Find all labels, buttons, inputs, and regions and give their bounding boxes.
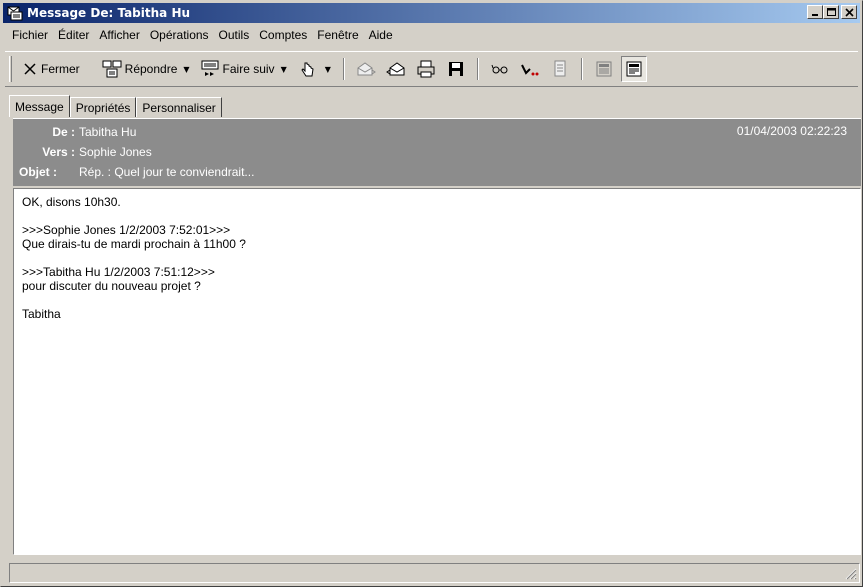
title-bar[interactable]: Message De: Tabitha Hu xyxy=(3,3,860,23)
tab-proprietes[interactable]: Propriétés xyxy=(69,97,137,117)
toolbar-separator xyxy=(580,58,583,80)
menu-comptes[interactable]: Comptes xyxy=(254,28,312,42)
menu-afficher[interactable]: Afficher xyxy=(94,28,144,42)
print-button[interactable] xyxy=(413,56,439,82)
minimize-button[interactable] xyxy=(807,5,823,19)
menu-bar: Fichier Éditer Afficher Opérations Outil… xyxy=(3,25,860,45)
message-header: De : Tabitha Hu Vers : Sophie Jones Obje… xyxy=(13,118,861,186)
close-window-button[interactable] xyxy=(841,5,857,19)
from-value: Tabitha Hu xyxy=(79,125,137,139)
status-bar xyxy=(9,563,860,583)
junk-mail-button[interactable] xyxy=(517,56,543,82)
reply-dropdown-arrow[interactable]: ▼ xyxy=(183,65,189,74)
body-line xyxy=(22,209,852,223)
close-message-button[interactable]: Fermer xyxy=(18,56,84,82)
body-line: pour discuter du nouveau projet ? xyxy=(22,279,201,293)
message-body[interactable]: OK, disons 10h30. >>>Sophie Jones 1/2/20… xyxy=(13,188,861,555)
forward-label: Faire suiv xyxy=(222,62,275,76)
body-line xyxy=(22,251,852,265)
menu-editer[interactable]: Éditer xyxy=(53,28,94,42)
junk-icon xyxy=(520,64,539,76)
save-button[interactable] xyxy=(443,56,469,82)
menu-fichier[interactable]: Fichier xyxy=(7,28,53,42)
message-icon xyxy=(7,5,23,21)
body-line: Tabitha xyxy=(22,307,61,321)
floppy-disk-icon xyxy=(448,62,463,76)
reply-label: Répondre xyxy=(124,62,178,76)
subject-value: Rép. : Quel jour te conviendrait... xyxy=(79,165,255,179)
close-x-icon xyxy=(24,63,36,75)
subject-label: Objet : xyxy=(19,165,57,179)
tab-personnaliser[interactable]: Personnaliser xyxy=(136,97,222,117)
next-message-button[interactable] xyxy=(383,56,409,82)
notes-button[interactable] xyxy=(547,56,573,82)
body-line xyxy=(22,293,852,307)
previous-message-button[interactable] xyxy=(353,56,379,82)
action-dropdown-arrow[interactable]: ▼ xyxy=(325,65,331,74)
body-line: OK, disons 10h30. xyxy=(22,195,121,209)
menu-operations[interactable]: Opérations xyxy=(145,28,214,42)
toolbar: Fermer Répondre ▼ Faire suiv ▼ ▼ xyxy=(5,51,858,87)
menu-outils[interactable]: Outils xyxy=(214,28,255,42)
document-icon xyxy=(554,60,566,77)
maximize-button[interactable] xyxy=(823,5,839,19)
menu-aide[interactable]: Aide xyxy=(364,28,398,42)
open-envelope-back-icon xyxy=(385,62,405,76)
message-window: Message De: Tabitha Hu Fichier Éditer Af… xyxy=(0,0,863,587)
formatted-view-icon xyxy=(626,61,642,77)
message-date: 01/04/2003 02:22:23 xyxy=(736,124,847,138)
forward-icon xyxy=(201,60,219,76)
toolbar-separator xyxy=(476,58,479,80)
view-plain-button[interactable] xyxy=(591,56,617,82)
open-envelope-icon xyxy=(357,62,376,76)
glasses-icon xyxy=(491,64,508,74)
tab-message[interactable]: Message xyxy=(9,95,70,117)
to-row: Vers : Sophie Jones xyxy=(13,143,152,161)
from-label: De : xyxy=(52,125,75,139)
subject-row: Objet : Rép. : Quel jour te conviendrait… xyxy=(13,163,254,181)
view-formatted-button[interactable] xyxy=(620,56,647,82)
forward-button[interactable]: Faire suiv xyxy=(196,56,279,82)
menu-fenetre[interactable]: Fenêtre xyxy=(312,28,363,42)
to-value: Sophie Jones xyxy=(79,145,152,159)
from-row: De : Tabitha Hu xyxy=(13,123,136,141)
body-line: >>>Sophie Jones 1/2/2003 7:52:01>>> xyxy=(22,223,231,237)
to-label: Vers : xyxy=(42,145,75,159)
plain-view-icon xyxy=(596,61,612,77)
hand-pointer-icon xyxy=(301,62,314,77)
toolbar-separator xyxy=(342,58,345,80)
toolbar-grip[interactable] xyxy=(9,56,12,82)
action-button[interactable] xyxy=(295,56,321,82)
window-controls xyxy=(807,5,857,19)
printer-icon xyxy=(417,60,435,78)
window-title: Message De: Tabitha Hu xyxy=(27,6,191,20)
forward-dropdown-arrow[interactable]: ▼ xyxy=(281,65,287,74)
close-message-label: Fermer xyxy=(41,62,80,76)
body-line: >>>Tabitha Hu 1/2/2003 7:51:12>>> xyxy=(22,265,215,279)
reply-icon xyxy=(102,60,122,78)
spell-check-button[interactable] xyxy=(487,56,513,82)
body-line: Que dirais-tu de mardi prochain à 11h00 … xyxy=(22,237,246,251)
reply-button[interactable]: Répondre xyxy=(98,56,182,82)
tab-strip: Message Propriétés Personnaliser xyxy=(9,95,222,117)
resize-grip-icon[interactable] xyxy=(845,568,857,580)
